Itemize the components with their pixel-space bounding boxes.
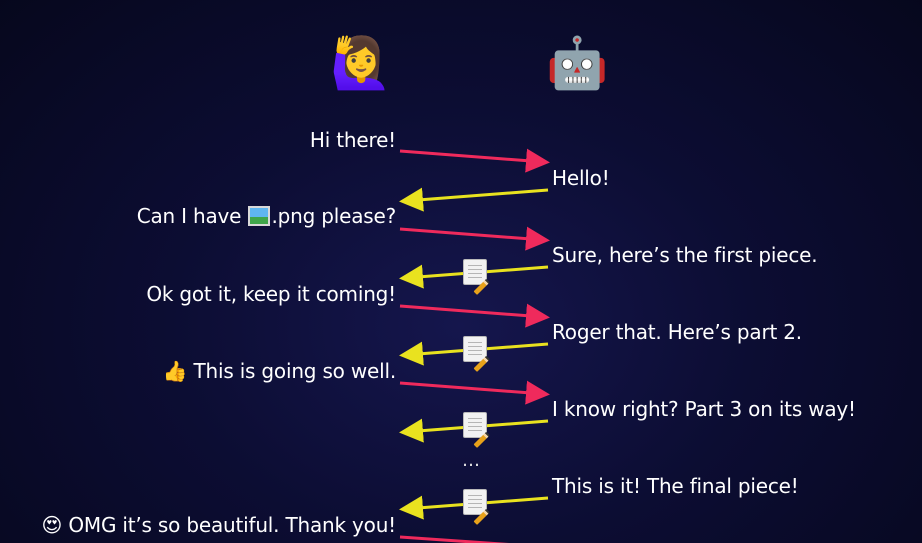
- framed-picture-icon: [248, 206, 271, 226]
- message-text: Can I have: [136, 204, 248, 228]
- bot-message: Hello!: [552, 166, 610, 190]
- user-message: Can I have .png please?: [137, 204, 396, 228]
- document-pencil-icon: [463, 489, 490, 525]
- user-message: Hi there!: [310, 128, 396, 152]
- message-text: Ok got it, keep it coming!: [146, 282, 396, 306]
- request-arrow: [399, 226, 550, 251]
- user-message: Ok got it, keep it coming!: [146, 282, 396, 306]
- bot-message: This is it! The final piece!: [552, 474, 799, 498]
- bot-message: Sure, here’s the first piece.: [552, 243, 818, 267]
- message-text: .png please?: [271, 204, 396, 228]
- bot-message: Roger that. Here’s part 2.: [552, 320, 802, 344]
- message-text: Hi there!: [309, 128, 396, 152]
- message-text: OMG it’s so beautiful. Thank you!: [68, 513, 396, 537]
- request-arrow: [399, 380, 550, 405]
- request-arrow: [399, 303, 550, 328]
- request-arrow: [399, 148, 550, 173]
- document-pencil-icon: [463, 259, 490, 295]
- request-arrow: [399, 535, 510, 543]
- http-sequence-diagram: 🙋‍♀️ 🤖 … Hi there! Hello! Can I have: [0, 0, 922, 543]
- message-text: Roger that. Here’s part 2.: [552, 320, 802, 344]
- message-text: This is it! The final piece!: [552, 474, 799, 498]
- message-text: This is going so well.: [193, 359, 396, 383]
- message-text: I know right? Part 3 on its way!: [552, 397, 856, 421]
- document-pencil-icon: [463, 336, 490, 372]
- message-text: Sure, here’s the first piece.: [552, 243, 818, 267]
- thumbs-up-icon: 👍: [162, 359, 188, 383]
- response-arrow: [399, 187, 549, 212]
- message-text: Hello!: [552, 166, 610, 190]
- user-message: 👍 This is going so well.: [162, 359, 397, 383]
- heart-eyes-icon: 😍: [41, 513, 63, 537]
- arrows-layer: [399, 148, 550, 543]
- ellipsis: …: [462, 450, 482, 471]
- user-message: 😍 OMG it’s so beautiful. Thank you!: [41, 513, 397, 537]
- bot-message: I know right? Part 3 on its way!: [552, 397, 856, 421]
- document-pencil-icon: [463, 412, 490, 448]
